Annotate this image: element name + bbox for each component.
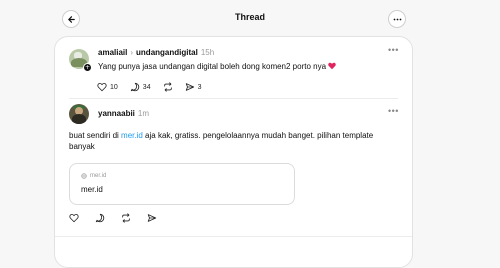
post-time: 15h <box>200 48 215 57</box>
reply-button[interactable] <box>95 213 105 223</box>
repost-icon <box>122 213 130 223</box>
reply-button[interactable]: 34 <box>130 82 151 92</box>
link-title: mer.id <box>81 185 103 194</box>
avatar[interactable] <box>69 104 89 124</box>
like-count: 10 <box>110 83 118 91</box>
share-icon <box>147 214 157 222</box>
heart-icon <box>69 214 79 223</box>
heart-icon <box>97 83 107 92</box>
reply-text-start: buat sendiri di <box>69 131 122 140</box>
divider <box>69 98 398 99</box>
reply-time: 1m <box>137 109 150 118</box>
repost-button[interactable] <box>163 82 173 92</box>
comment-icon <box>95 213 105 223</box>
post-header: amaliail › undangandigital 15h <box>98 48 214 58</box>
link-domain: mer.id <box>81 173 106 179</box>
top-bar: Thread <box>0 0 500 36</box>
more-icon <box>393 18 401 20</box>
thread-options-button[interactable] <box>388 10 406 28</box>
share-button[interactable]: 3 <box>185 82 202 92</box>
link-domain-text: mer.id <box>90 173 107 179</box>
post-text-content: Yang punya jasa undangan digital boleh d… <box>98 62 327 71</box>
share-count: 3 <box>197 83 202 91</box>
reply-count: 34 <box>142 83 151 91</box>
post-actions: 10 34 3 <box>97 81 214 93</box>
repost-icon <box>163 82 172 92</box>
reply-link[interactable]: mer.id <box>121 131 143 140</box>
page-title: Thread <box>234 12 265 22</box>
thread-card: + amaliail › undangandigital 15h ••• Yang p… <box>54 36 413 268</box>
reply-to-user[interactable]: undangandigital <box>136 48 198 57</box>
post-author[interactable]: amaliail <box>98 48 127 57</box>
reply-header: yannaabii 1m <box>98 109 149 119</box>
plus-icon[interactable]: + <box>83 63 92 72</box>
globe-icon <box>81 173 87 179</box>
heart-emoji-icon <box>328 62 336 70</box>
link-preview-card[interactable]: mer.id mer.id <box>69 163 295 205</box>
reply-text: buat sendiri di mer.id aja kak, gratiss.… <box>69 130 389 152</box>
like-button[interactable]: 10 <box>97 82 118 92</box>
comment-icon <box>130 82 139 92</box>
post-more-icon[interactable]: ••• <box>388 45 399 55</box>
share-icon <box>185 83 194 91</box>
post-text: Yang punya jasa undangan digital boleh d… <box>98 62 336 72</box>
share-button[interactable] <box>147 213 157 223</box>
repost-button[interactable] <box>121 213 131 223</box>
like-button[interactable] <box>69 213 79 223</box>
reply-more-icon[interactable]: ••• <box>388 106 399 116</box>
chevron-right-icon: › <box>130 48 134 57</box>
divider <box>55 236 412 237</box>
reply-actions <box>69 213 173 223</box>
reply-author[interactable]: yannaabii <box>98 109 135 118</box>
